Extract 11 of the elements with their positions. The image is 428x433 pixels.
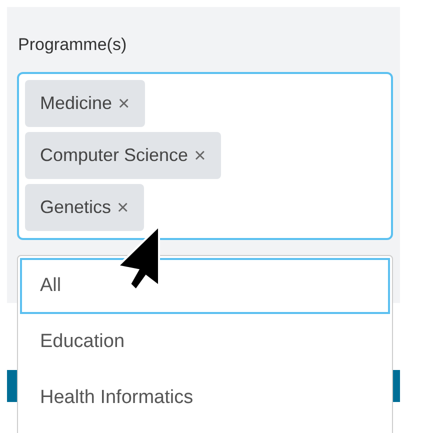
field-label: Programme(s) bbox=[17, 34, 128, 56]
dropdown-option[interactable]: Health Informatics bbox=[20, 370, 390, 426]
tag-label: Medicine bbox=[40, 92, 112, 115]
dropdown-option[interactable]: All bbox=[20, 258, 390, 314]
remove-button[interactable]: × bbox=[194, 146, 206, 166]
dropdown-option[interactable]: Education bbox=[20, 314, 390, 370]
multi-select-field[interactable]: Medicine × Computer Science × Genetics × bbox=[17, 72, 393, 240]
remove-button[interactable]: × bbox=[117, 198, 129, 218]
tag-label: Genetics bbox=[40, 196, 112, 219]
tag-label: Computer Science bbox=[40, 144, 188, 167]
remove-button[interactable]: × bbox=[118, 94, 130, 114]
